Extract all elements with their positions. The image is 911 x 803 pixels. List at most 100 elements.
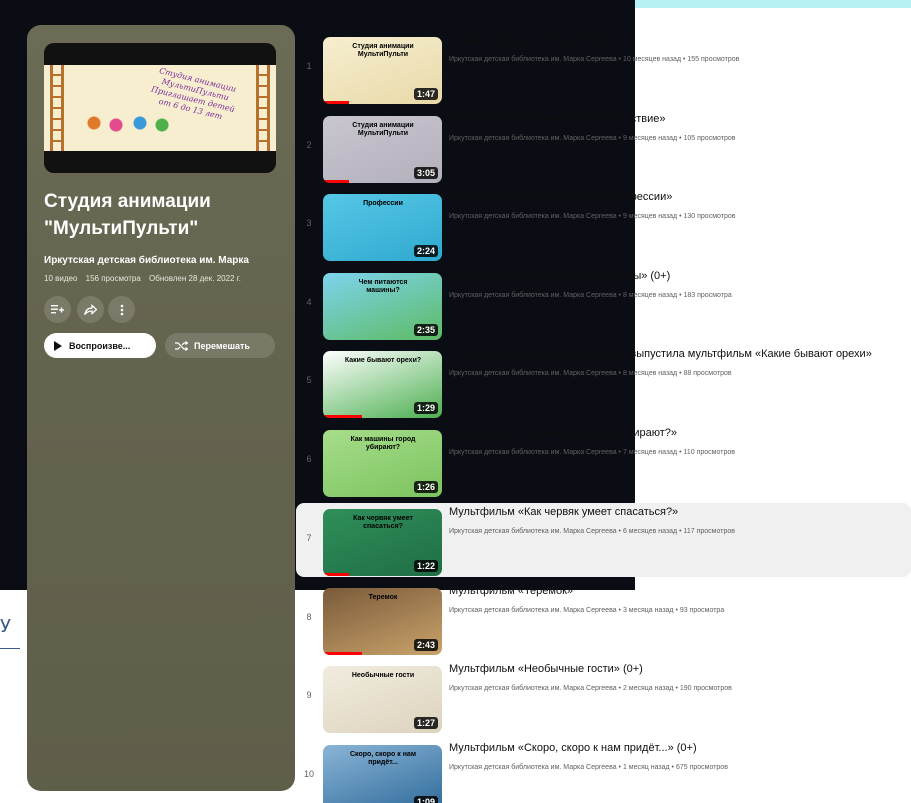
video-thumbnail[interactable]: Как машины город убирают? 1:26: [323, 430, 442, 497]
video-title[interactable]: Студия анимации «МультиПульти»: [449, 34, 911, 46]
video-duration: 2:24: [413, 245, 438, 257]
video-index: 2: [306, 140, 312, 150]
more-options-button[interactable]: [108, 296, 135, 323]
video-index: 5: [306, 375, 312, 385]
video-title[interactable]: Мультфильм «Как машины город убирают?»: [449, 427, 911, 439]
video-age: 3 месяца назад: [617, 607, 674, 614]
updated-date: Обновлен 28 дек. 2022 г.: [149, 274, 241, 283]
watch-progress-bar: [323, 101, 350, 104]
video-duration: 1:29: [413, 402, 438, 414]
playlist-video-item[interactable]: 7 Как червяк умеет спасаться? 1:22 Мультфил…: [296, 503, 911, 577]
thumbnail-caption: Чем питаются машины?: [358, 279, 408, 294]
video-meta: Иркутская детская библиотека им. Марка С…: [449, 56, 739, 63]
playlist-cover[interactable]: Студия анимации МультиПульти Приглашает …: [44, 43, 276, 173]
playlist-meta: 10 видео 156 просмотра Обновлен 28 дек. …: [44, 274, 241, 283]
video-thumbnail[interactable]: Необычные гости 1:27: [323, 666, 442, 733]
save-to-queue-button[interactable]: [44, 296, 71, 323]
video-age: 9 месяцев назад: [617, 213, 678, 220]
view-count: 156 просмотра: [85, 274, 141, 283]
video-channel[interactable]: Иркутская детская библиотека им. Марка С…: [449, 607, 617, 614]
video-thumbnail[interactable]: Студия анимации МультиПульти 1:47: [323, 37, 442, 104]
shuffle-button[interactable]: Перемешать: [165, 333, 275, 358]
video-channel[interactable]: Иркутская детская библиотека им. Марка С…: [449, 764, 617, 771]
video-duration: 1:09: [413, 796, 438, 803]
thumbnail-caption: Профессии: [363, 200, 403, 207]
video-views: 105 просмотров: [677, 135, 735, 142]
video-title[interactable]: Мультфильм «Космическое путешествие»: [449, 113, 911, 125]
video-title[interactable]: Мультфильм «Скоро, скоро к нам придёт...…: [449, 742, 911, 754]
ladder-left: [50, 65, 64, 151]
video-title[interactable]: Студия анимации «МультиПульти» выпустила…: [449, 348, 911, 360]
playlist-video-item[interactable]: 9 Необычные гости 1:27 Мультфильм «Необычны…: [296, 660, 911, 734]
channel-name[interactable]: Иркутская детская библиотека им. Марка: [44, 255, 249, 266]
video-views: 93 просмотра: [674, 607, 725, 614]
background-divider: [0, 648, 20, 649]
video-age: 8 месяцев назад: [617, 370, 678, 377]
video-duration: 3:05: [413, 167, 438, 179]
playlist-video-item[interactable]: 1 Студия анимации МультиПульти 1:47 Студия …: [296, 31, 911, 105]
video-index: 7: [306, 533, 312, 543]
video-meta: Иркутская детская библиотека им. Марка С…: [449, 449, 735, 456]
video-views: 88 просмотров: [677, 370, 731, 377]
video-meta: Иркутская детская библиотека им. Марка С…: [449, 685, 732, 692]
video-channel[interactable]: Иркутская детская библиотека им. Марка С…: [449, 449, 617, 456]
play-icon: [54, 340, 62, 351]
video-thumbnail[interactable]: Теремок 2:43: [323, 588, 442, 655]
playlist-video-item[interactable]: 6 Как машины город убирают? 1:26 Мультфильм…: [296, 424, 911, 498]
video-meta: Иркутская детская библиотека им. Марка С…: [449, 764, 728, 771]
video-index: 6: [306, 454, 312, 464]
video-title[interactable]: Мультфильм «Чем питаются машины» (0+): [449, 270, 911, 282]
video-title[interactable]: Мультфильм «Как червяк умеет спасаться?»: [449, 506, 911, 518]
video-channel[interactable]: Иркутская детская библиотека им. Марка С…: [449, 292, 617, 299]
top-right-strip: [635, 0, 911, 8]
thumbnail-caption: Теремок: [368, 594, 398, 601]
video-meta: Иркутская детская библиотека им. Марка С…: [449, 370, 732, 377]
playlist-video-item[interactable]: 10 Скоро, скоро к нам придёт... 1:09 Мультф…: [296, 739, 911, 803]
video-views: 190 просмотров: [674, 685, 732, 692]
video-thumbnail[interactable]: Как червяк умеет спасаться? 1:22: [323, 509, 442, 576]
video-thumbnail[interactable]: Профессии 2:24: [323, 194, 442, 261]
share-icon: [84, 304, 97, 315]
shuffle-icon: [175, 340, 188, 351]
video-thumbnail[interactable]: Скоро, скоро к нам придёт... 1:09: [323, 745, 442, 803]
video-index: 9: [306, 690, 312, 700]
video-views: 130 просмотров: [677, 213, 735, 220]
video-duration: 1:47: [413, 88, 438, 100]
share-button[interactable]: [77, 296, 104, 323]
video-channel[interactable]: Иркутская детская библиотека им. Марка С…: [449, 213, 617, 220]
video-thumbnail[interactable]: Чем питаются машины? 2:35: [323, 273, 442, 340]
video-index: 3: [306, 218, 312, 228]
thumbnail-caption: Скоро, скоро к нам придёт...: [349, 751, 416, 766]
video-views: 675 просмотров: [670, 764, 728, 771]
ladder-right: [256, 65, 270, 151]
video-meta: Иркутская детская библиотека им. Марка С…: [449, 213, 735, 220]
playlist-title: Студия анимации "МультиПульти": [44, 191, 211, 239]
video-channel[interactable]: Иркутская детская библиотека им. Марка С…: [449, 56, 617, 63]
video-channel[interactable]: Иркутская детская библиотека им. Марка С…: [449, 370, 617, 377]
playlist-video-item[interactable]: 5 Какие бывают орехи? 1:29 Студия анимации …: [296, 345, 911, 419]
video-age: 9 месяцев назад: [617, 135, 678, 142]
video-channel[interactable]: Иркутская детская библиотека им. Марка С…: [449, 135, 617, 142]
video-age: 1 месяц назад: [617, 764, 670, 771]
video-title[interactable]: Мультфильм «Необычные гости» (0+): [449, 663, 911, 675]
video-title[interactable]: Мультфильм «Теремок»: [449, 585, 911, 597]
video-thumbnail[interactable]: Какие бывают орехи? 1:29: [323, 351, 442, 418]
playlist-video-item[interactable]: 2 Студия анимации МультиПульти 3:05 Мультфи…: [296, 110, 911, 184]
thumbnail-caption: Какие бывают орехи?: [344, 357, 422, 364]
kids-illustration: [84, 113, 174, 145]
thumbnail-caption: Как машины город убирают?: [350, 436, 416, 451]
video-thumbnail[interactable]: Студия анимации МультиПульти 3:05: [323, 116, 442, 183]
video-index: 4: [306, 297, 312, 307]
video-duration: 1:26: [413, 481, 438, 493]
playlist-video-item[interactable]: 3 Профессии 2:24 Мультипликационный фильм «…: [296, 188, 911, 262]
video-title[interactable]: Мультипликационный фильм «Профессии»: [449, 191, 911, 203]
video-duration: 1:27: [413, 717, 438, 729]
play-all-button[interactable]: Воспроизве...: [44, 333, 156, 358]
video-views: 117 просмотров: [677, 528, 735, 535]
playlist-video-item[interactable]: 8 Теремок 2:43 Мультфильм «Теремок» Иркутска…: [296, 582, 911, 656]
video-channel[interactable]: Иркутская детская библиотека им. Марка С…: [449, 528, 617, 535]
shuffle-label: Перемешать: [194, 340, 250, 351]
watch-progress-bar: [323, 180, 350, 183]
video-channel[interactable]: Иркутская детская библиотека им. Марка С…: [449, 685, 617, 692]
playlist-video-item[interactable]: 4 Чем питаются машины? 2:35 Мультфильм «Чем…: [296, 267, 911, 341]
